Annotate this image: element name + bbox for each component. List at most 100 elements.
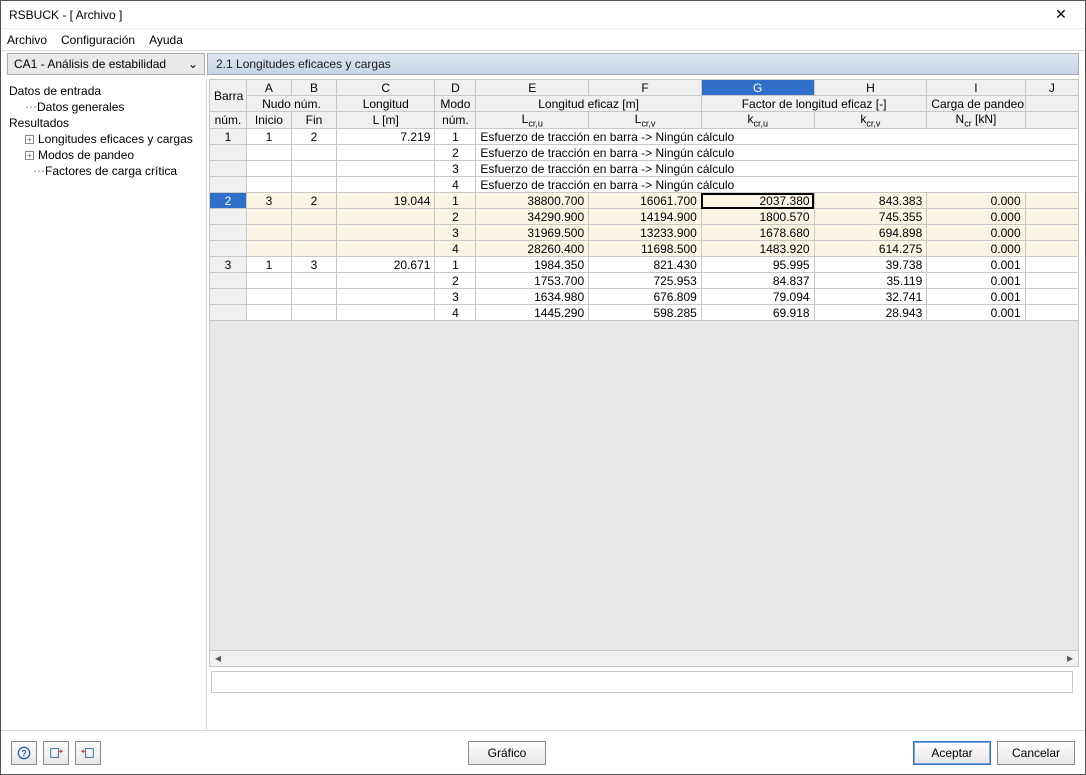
hdr-modo-num[interactable]: núm. [435, 112, 476, 129]
cell-G[interactable]: 69.918 [701, 305, 814, 321]
cell-J[interactable] [1025, 225, 1078, 241]
hdr-fin[interactable]: Fin [291, 112, 336, 129]
cell-tension-msg[interactable]: Esfuerzo de tracción en barra -> Ningún … [476, 145, 1079, 161]
cell-I[interactable]: 0.001 [927, 257, 1025, 273]
table-row[interactable]: 1127.2191Esfuerzo de tracción en barra -… [210, 129, 1079, 145]
cancelar-button[interactable]: Cancelar [997, 741, 1075, 765]
tree-results[interactable]: Resultados [5, 115, 202, 131]
cell-modo[interactable]: 2 [435, 273, 476, 289]
hdr-factor-eficaz[interactable]: Factor de longitud eficaz [-] [701, 96, 926, 112]
table-row[interactable]: 21753.700725.95384.83735.1190.001 [210, 273, 1079, 289]
results-grid[interactable]: Barra A B C D E F G H I J [209, 79, 1079, 321]
cell-tension-msg[interactable]: Esfuerzo de tracción en barra -> Ningún … [476, 161, 1079, 177]
cell-L[interactable]: 20.671 [337, 257, 435, 273]
cell-fin[interactable] [291, 273, 336, 289]
hdr-kcrv[interactable]: kcr,v [814, 112, 927, 129]
cell-L[interactable] [337, 241, 435, 257]
col-B[interactable]: B [291, 80, 336, 96]
cell-modo[interactable]: 3 [435, 289, 476, 305]
cell-E[interactable]: 1634.980 [476, 289, 589, 305]
cell-L[interactable] [337, 225, 435, 241]
cell-fin[interactable]: 2 [291, 193, 336, 209]
col-G[interactable]: G [701, 80, 814, 96]
cell-L[interactable]: 7.219 [337, 129, 435, 145]
cell-inicio[interactable] [246, 241, 291, 257]
cell-I[interactable]: 0.000 [927, 241, 1025, 257]
cell-inicio[interactable] [246, 305, 291, 321]
horizontal-scrollbar[interactable]: ◂ ▸ [209, 651, 1079, 667]
table-row[interactable]: 31320.67111984.350821.43095.99539.7380.0… [210, 257, 1079, 273]
table-row[interactable]: 4Esfuerzo de tracción en barra -> Ningún… [210, 177, 1079, 193]
tree-eff-lengths[interactable]: +Longitudes eficaces y cargas [5, 131, 202, 147]
cell-I[interactable]: 0.000 [927, 193, 1025, 209]
hdr-nudo[interactable]: Nudo núm. [246, 96, 336, 112]
tree-expand-icon[interactable]: + [25, 135, 34, 144]
hdr-carga-pandeo[interactable]: Carga de pandeo [927, 96, 1025, 112]
table-row[interactable]: 41445.290598.28569.91828.9430.001 [210, 305, 1079, 321]
cell-L[interactable] [337, 177, 435, 193]
hdr-modo[interactable]: Modo [435, 96, 476, 112]
cell-tension-msg[interactable]: Esfuerzo de tracción en barra -> Ningún … [476, 129, 1079, 145]
cell-modo[interactable]: 4 [435, 177, 476, 193]
tree-input-data[interactable]: Datos de entrada [5, 83, 202, 99]
cell-H[interactable]: 745.355 [814, 209, 927, 225]
cell-fin[interactable] [291, 145, 336, 161]
close-icon[interactable]: ✕ [1045, 6, 1077, 23]
col-D[interactable]: D [435, 80, 476, 96]
table-row[interactable]: 428260.40011698.5001483.920614.2750.000 [210, 241, 1079, 257]
cell-L[interactable] [337, 161, 435, 177]
cell-fin[interactable] [291, 225, 336, 241]
cell-E[interactable]: 1445.290 [476, 305, 589, 321]
hdr-kcru[interactable]: kcr,u [701, 112, 814, 129]
cell-inicio[interactable]: 1 [246, 257, 291, 273]
row-header[interactable] [210, 305, 247, 321]
cell-modo[interactable]: 3 [435, 225, 476, 241]
col-A[interactable]: A [246, 80, 291, 96]
cell-G[interactable]: 95.995 [701, 257, 814, 273]
row-header[interactable]: 2 [210, 193, 247, 209]
case-selector[interactable]: CA1 - Análisis de estabilidad ⌄ [7, 53, 205, 75]
row-header[interactable] [210, 145, 247, 161]
cell-fin[interactable] [291, 209, 336, 225]
cell-H[interactable]: 39.738 [814, 257, 927, 273]
tree-expand-icon[interactable]: + [25, 151, 34, 160]
export-button-1[interactable] [43, 741, 69, 765]
hdr-ncr[interactable]: Ncr [kN] [927, 112, 1025, 129]
table-row[interactable]: 23219.044138800.70016061.7002037.380843.… [210, 193, 1079, 209]
cell-G[interactable]: 79.094 [701, 289, 814, 305]
menu-help[interactable]: Ayuda [149, 33, 183, 47]
col-H[interactable]: H [814, 80, 927, 96]
cell-G[interactable]: 1800.570 [701, 209, 814, 225]
col-J[interactable]: J [1025, 80, 1078, 96]
grafico-button[interactable]: Gráfico [468, 741, 546, 765]
col-barra[interactable]: Barra [210, 80, 247, 112]
hdr-inicio[interactable]: Inicio [246, 112, 291, 129]
cell-modo[interactable]: 1 [435, 257, 476, 273]
cell-L[interactable]: 19.044 [337, 193, 435, 209]
menu-file[interactable]: Archivo [7, 33, 47, 47]
cell-E[interactable]: 31969.500 [476, 225, 589, 241]
table-row[interactable]: 3Esfuerzo de tracción en barra -> Ningún… [210, 161, 1079, 177]
cell-inicio[interactable]: 1 [246, 129, 291, 145]
row-header[interactable] [210, 177, 247, 193]
cell-F[interactable]: 16061.700 [589, 193, 702, 209]
cell-I[interactable]: 0.001 [927, 273, 1025, 289]
cell-E[interactable]: 1984.350 [476, 257, 589, 273]
hdr-lcrv[interactable]: Lcr,v [589, 112, 702, 129]
export-button-2[interactable] [75, 741, 101, 765]
cell-L[interactable] [337, 289, 435, 305]
cell-G[interactable]: 1483.920 [701, 241, 814, 257]
scroll-right-icon[interactable]: ▸ [1062, 651, 1078, 665]
cell-J[interactable] [1025, 257, 1078, 273]
col-F[interactable]: F [589, 80, 702, 96]
cell-H[interactable]: 843.383 [814, 193, 927, 209]
cell-inicio[interactable] [246, 145, 291, 161]
col-E[interactable]: E [476, 80, 589, 96]
cell-F[interactable]: 676.809 [589, 289, 702, 305]
cell-fin[interactable] [291, 177, 336, 193]
cell-J[interactable] [1025, 289, 1078, 305]
cell-J[interactable] [1025, 193, 1078, 209]
cell-J[interactable] [1025, 241, 1078, 257]
hdr-num[interactable]: núm. [210, 112, 247, 129]
cell-H[interactable]: 28.943 [814, 305, 927, 321]
